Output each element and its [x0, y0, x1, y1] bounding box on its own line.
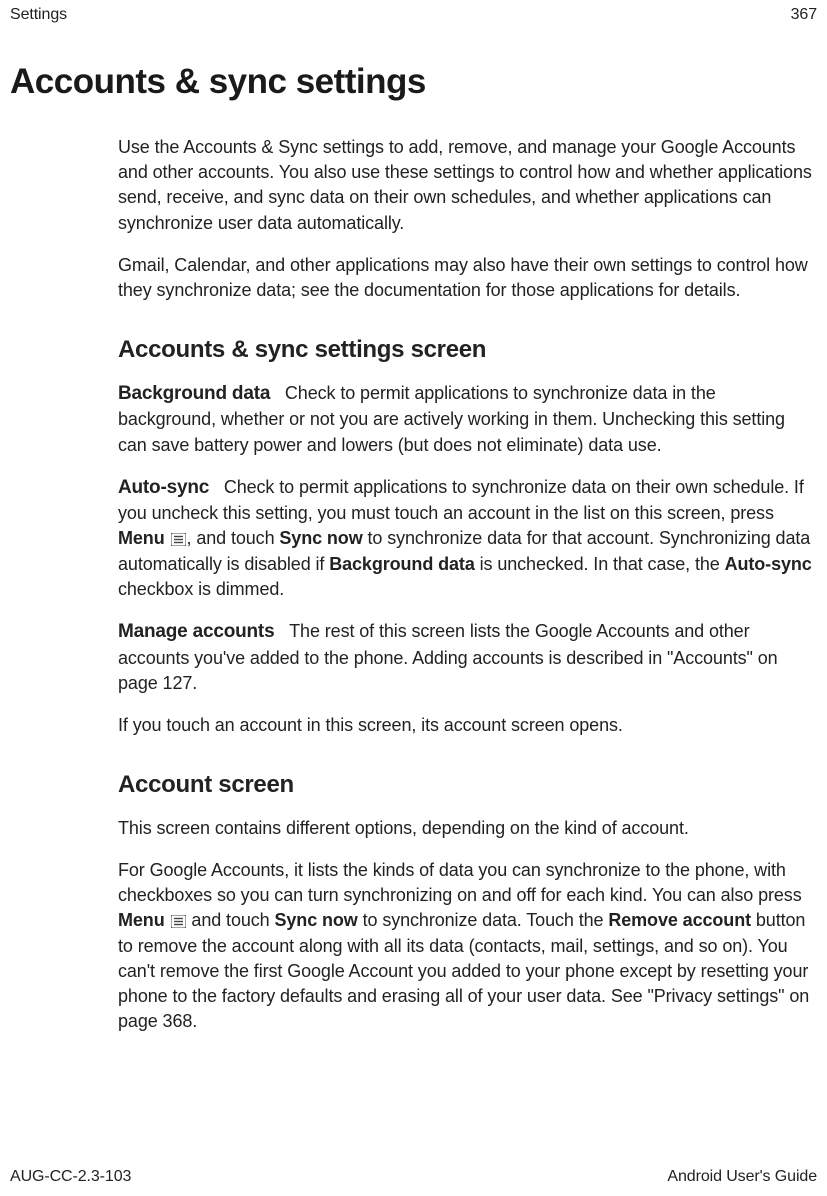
account-p2-pre: For Google Accounts, it lists the kinds …	[118, 860, 802, 905]
account-screen-p2: For Google Accounts, it lists the kinds …	[118, 858, 815, 1034]
touch-account-paragraph: If you touch an account in this screen, …	[118, 713, 815, 738]
manage-accounts-term: Manage accounts	[118, 621, 274, 642]
header-page-number: 367	[791, 6, 817, 24]
sync-now-word: Sync now	[279, 528, 362, 548]
manage-accounts-item: Manage accounts The rest of this screen …	[118, 619, 815, 696]
account-p2-mid2: to synchronize data. Touch the	[358, 910, 609, 930]
intro-paragraph-1: Use the Accounts & Sync settings to add,…	[118, 135, 815, 236]
account-p2-mid1: and touch	[187, 910, 275, 930]
intro-paragraph-2: Gmail, Calendar, and other applications …	[118, 253, 815, 303]
auto-sync-term: Auto-sync	[118, 477, 209, 498]
auto-sync-mid1: , and touch	[187, 528, 280, 548]
background-data-item: Background data Check to permit applicat…	[118, 381, 815, 458]
background-data-term: Background data	[118, 383, 270, 404]
menu-word-2: Menu	[118, 910, 165, 930]
menu-icon	[171, 915, 186, 928]
page-header: Settings 367	[10, 6, 817, 24]
footer-doc-id: AUG-CC-2.3-103	[10, 1168, 131, 1186]
menu-icon	[171, 533, 186, 546]
auto-sync-mid3: is unchecked. In that case, the	[475, 554, 725, 574]
footer-guide-name: Android User's Guide	[667, 1168, 817, 1186]
auto-sync-pre: Check to permit applications to synchron…	[118, 477, 804, 524]
page: Settings 367 Accounts & sync settings Us…	[0, 0, 827, 1196]
background-data-word: Background data	[329, 554, 475, 574]
section-heading-account-screen: Account screen	[118, 768, 815, 802]
auto-sync-end: checkbox is dimmed.	[118, 579, 284, 599]
auto-sync-item: Auto-sync Check to permit applications t…	[118, 475, 815, 602]
remove-account-word: Remove account	[608, 910, 751, 930]
account-screen-p1: This screen contains different options, …	[118, 816, 815, 841]
header-section: Settings	[10, 6, 67, 24]
page-footer: AUG-CC-2.3-103 Android User's Guide	[10, 1168, 817, 1186]
sync-now-word-2: Sync now	[274, 910, 357, 930]
page-title: Accounts & sync settings	[10, 62, 426, 102]
auto-sync-word: Auto-sync	[725, 554, 812, 574]
section-heading-accounts-sync-screen: Accounts & sync settings screen	[118, 333, 815, 367]
menu-word: Menu	[118, 528, 165, 548]
content-body: Use the Accounts & Sync settings to add,…	[118, 135, 815, 1051]
